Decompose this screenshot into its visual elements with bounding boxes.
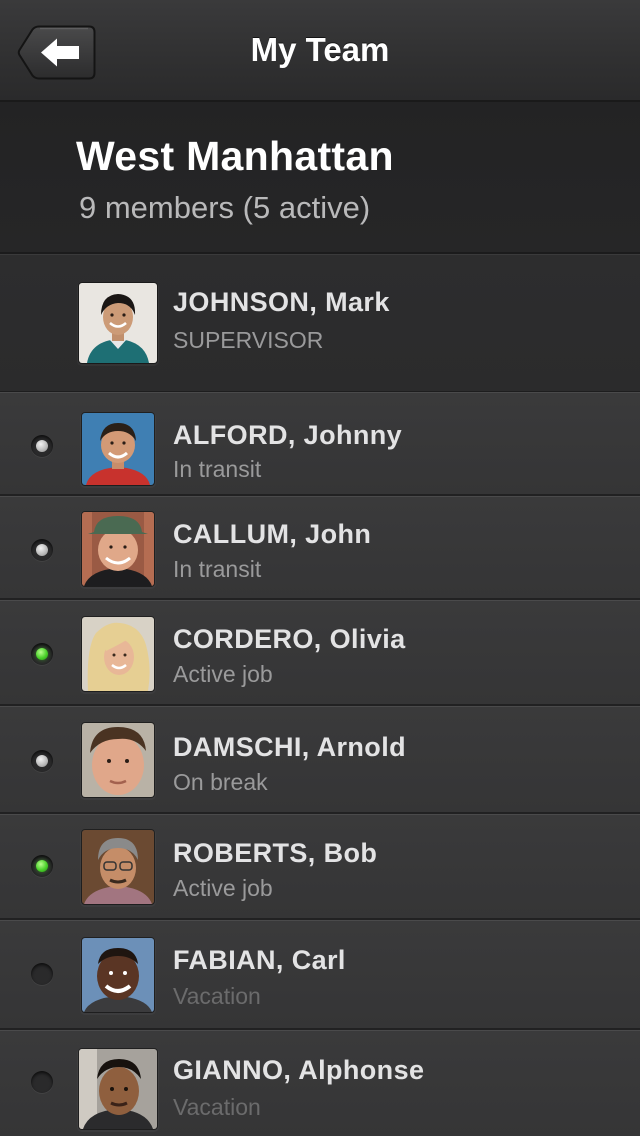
member-name: ALFORD, Johnny bbox=[173, 420, 403, 450]
status-indicator-icon bbox=[31, 643, 53, 665]
status-indicator-icon bbox=[31, 855, 53, 877]
member-avatar bbox=[82, 830, 154, 904]
status-indicator-icon bbox=[31, 539, 53, 561]
member-status: Active job bbox=[173, 661, 273, 687]
member-name: GIANNO, Alphonse bbox=[173, 1055, 425, 1085]
back-arrow-icon bbox=[17, 25, 96, 80]
back-button[interactable] bbox=[17, 25, 96, 80]
member-row[interactable]: CORDERO, Olivia Active job bbox=[0, 600, 640, 706]
status-indicator-icon bbox=[31, 1071, 53, 1093]
member-status: Vacation bbox=[173, 983, 261, 1009]
member-name: FABIAN, Carl bbox=[173, 945, 346, 975]
team-name: West Manhattan bbox=[76, 133, 394, 179]
member-row[interactable]: ROBERTS, Bob Active job bbox=[0, 814, 640, 920]
member-avatar bbox=[82, 617, 154, 691]
member-row[interactable]: DAMSCHI, Arnold On break bbox=[0, 706, 640, 814]
member-status: On break bbox=[173, 769, 268, 795]
member-status: Vacation bbox=[173, 1094, 261, 1120]
member-avatar bbox=[82, 723, 154, 797]
member-row[interactable]: GIANNO, Alphonse Vacation bbox=[0, 1030, 640, 1136]
member-name: ROBERTS, Bob bbox=[173, 838, 378, 868]
supervisor-role: SUPERVISOR bbox=[173, 327, 324, 353]
navigation-bar: My Team bbox=[0, 0, 640, 102]
member-name: CALLUM, John bbox=[173, 519, 372, 549]
member-name: DAMSCHI, Arnold bbox=[173, 732, 406, 762]
member-avatar bbox=[82, 512, 154, 586]
supervisor-name: JOHNSON, Mark bbox=[173, 287, 390, 317]
status-indicator-icon bbox=[31, 963, 53, 985]
member-list: ALFORD, Johnny In transit CALLUM, John I… bbox=[0, 392, 640, 1136]
my-team-screen: My Team West Manhattan 9 members (5 acti… bbox=[0, 0, 640, 1136]
member-row[interactable]: ALFORD, Johnny In transit bbox=[0, 392, 640, 496]
nav-title: My Team bbox=[250, 31, 390, 68]
member-status: Active job bbox=[173, 875, 273, 901]
member-row[interactable]: CALLUM, John In transit bbox=[0, 496, 640, 600]
supervisor-row[interactable]: JOHNSON, Mark SUPERVISOR bbox=[0, 254, 640, 393]
member-name: CORDERO, Olivia bbox=[173, 624, 406, 654]
team-header: West Manhattan 9 members (5 active) bbox=[0, 102, 640, 254]
member-row[interactable]: FABIAN, Carl Vacation bbox=[0, 920, 640, 1030]
supervisor-avatar bbox=[79, 283, 157, 363]
member-status: In transit bbox=[173, 456, 262, 482]
member-status: In transit bbox=[173, 556, 262, 582]
member-avatar bbox=[82, 413, 154, 485]
member-avatar bbox=[82, 938, 154, 1012]
team-member-summary: 9 members (5 active) bbox=[79, 190, 371, 225]
status-indicator-icon bbox=[31, 750, 53, 772]
status-indicator-icon bbox=[31, 435, 53, 457]
member-avatar bbox=[79, 1049, 157, 1129]
